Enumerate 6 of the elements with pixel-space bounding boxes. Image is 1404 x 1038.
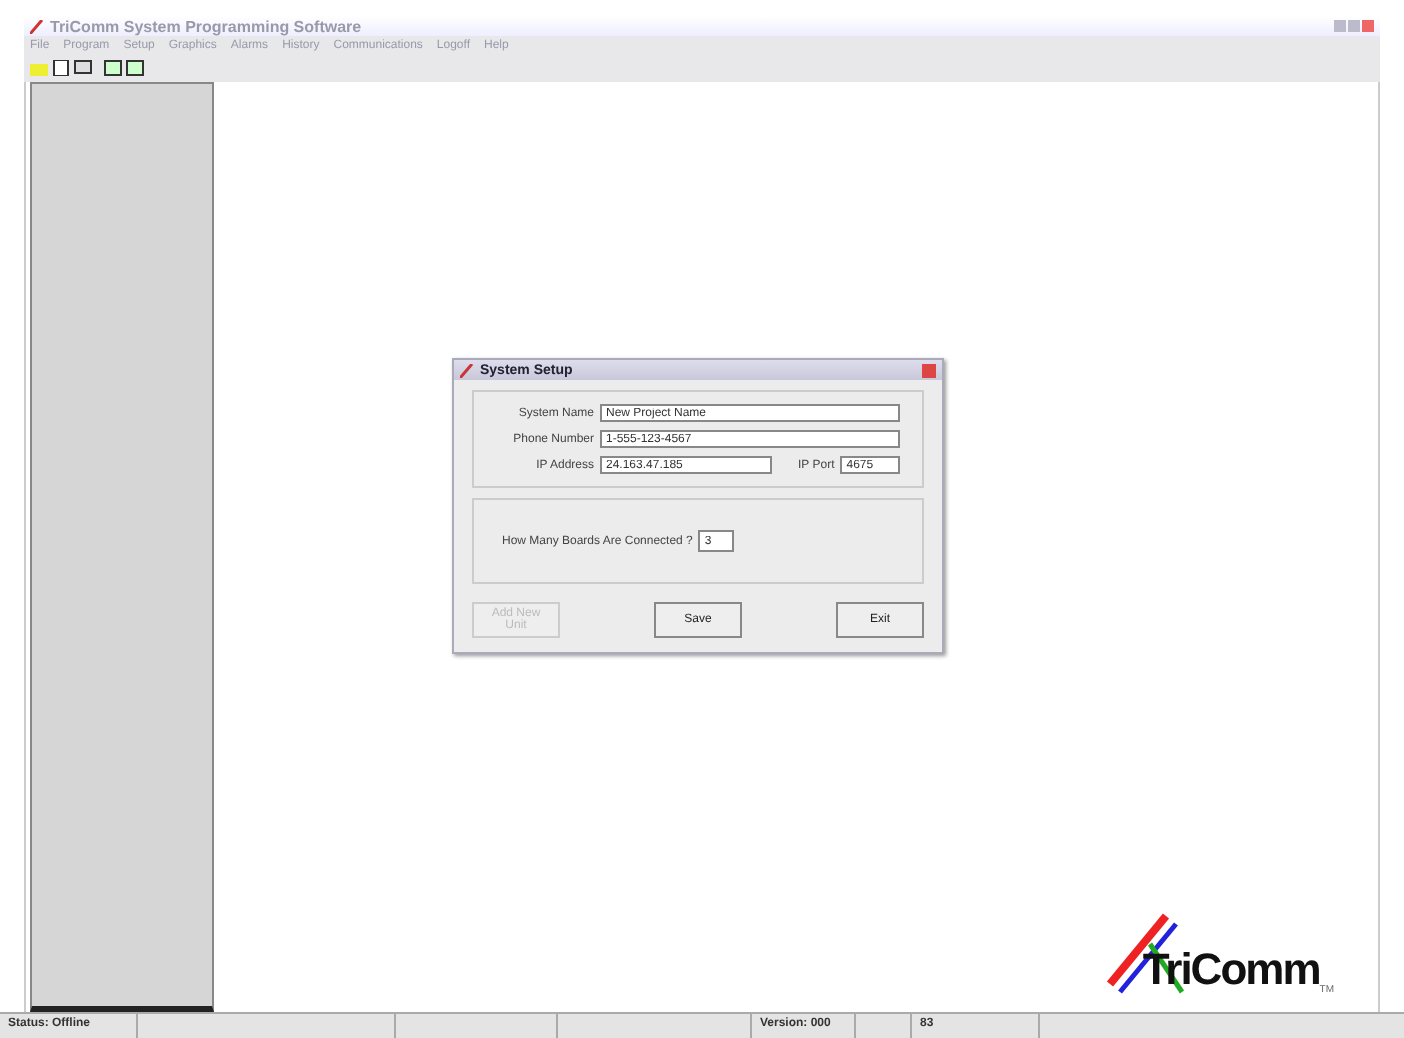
app-icon: [460, 363, 474, 377]
app-icon: [30, 19, 44, 33]
computer-icon[interactable]: [74, 60, 92, 76]
close-button[interactable]: [922, 363, 936, 377]
document-icon[interactable]: [52, 60, 70, 76]
window-title: TriComm System Programming Software: [50, 17, 364, 35]
